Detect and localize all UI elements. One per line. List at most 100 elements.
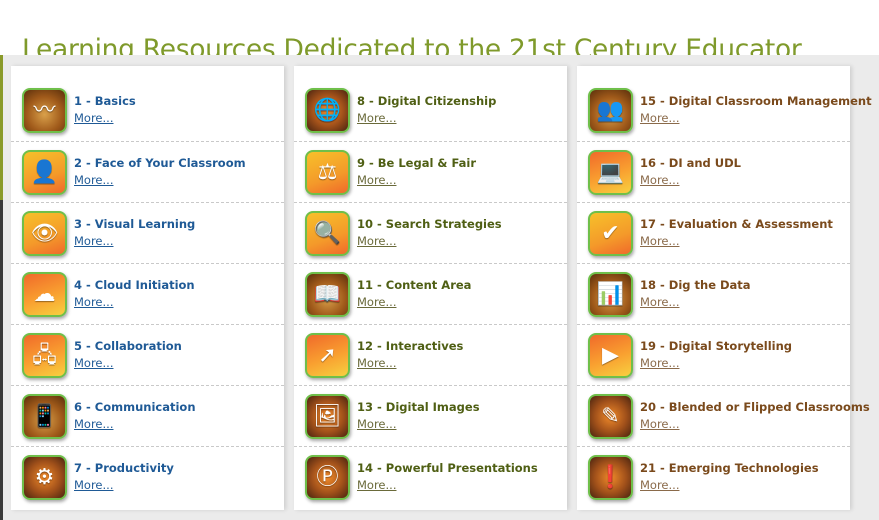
- more-link[interactable]: More...: [640, 417, 679, 431]
- more-link[interactable]: More...: [74, 234, 113, 248]
- resource-title-link[interactable]: 21 - Emerging Technologies: [640, 461, 819, 475]
- more-link[interactable]: More...: [640, 356, 679, 370]
- resource-title-link[interactable]: 10 - Search Strategies: [357, 217, 502, 231]
- resource-item[interactable]: 🖧 5 - Collaboration More...: [11, 324, 284, 385]
- resource-item[interactable]: ✎ 20 - Blended or Flipped Classrooms More.…: [577, 385, 870, 446]
- globe-person-icon: 🌐: [313, 97, 342, 123]
- more-link[interactable]: More...: [74, 417, 113, 431]
- resource-item[interactable]: Ⓟ 14 - Powerful Presentations More...: [294, 446, 567, 507]
- more-link[interactable]: More...: [74, 478, 113, 492]
- resource-tile[interactable]: 🖼: [305, 394, 350, 439]
- people-network-icon: 👥: [596, 97, 625, 123]
- resource-tile[interactable]: 👁: [22, 211, 67, 256]
- resource-item[interactable]: 👤 2 - Face of Your Classroom More...: [11, 141, 284, 202]
- resource-tile[interactable]: ➚: [305, 333, 350, 378]
- more-link[interactable]: More...: [357, 111, 396, 125]
- resource-title-link[interactable]: 9 - Be Legal & Fair: [357, 156, 476, 170]
- video-play-icon: ▶: [602, 342, 619, 368]
- resource-tile[interactable]: ⚙: [22, 455, 67, 500]
- resource-title-link[interactable]: 18 - Dig the Data: [640, 278, 751, 292]
- networked-computers-icon: 🖧: [32, 342, 57, 368]
- more-link[interactable]: More...: [74, 173, 113, 187]
- resource-item[interactable]: 👥 15 - Digital Classroom Management More..…: [577, 80, 872, 141]
- resource-title-link[interactable]: 3 - Visual Learning: [74, 217, 195, 231]
- resource-item[interactable]: 👁 3 - Visual Learning More...: [11, 202, 284, 263]
- more-link[interactable]: More...: [640, 234, 679, 248]
- resource-tile[interactable]: 💻: [588, 150, 633, 195]
- resource-column-1: 〰 1 - Basics More... 👤 2 - Face of Your Clas…: [11, 66, 284, 510]
- eye-icon: 👁: [30, 220, 59, 246]
- shovel-chart-icon: 📊: [596, 281, 625, 307]
- resource-tile[interactable]: 🖧: [22, 333, 67, 378]
- resource-tile[interactable]: ⚖: [305, 150, 350, 195]
- smartphone-icon: 📱: [30, 403, 59, 429]
- resource-item[interactable]: 🌐 8 - Digital Citizenship More...: [294, 80, 567, 141]
- more-link[interactable]: More...: [640, 478, 679, 492]
- resource-tile[interactable]: ❗: [588, 455, 633, 500]
- more-link[interactable]: More...: [74, 111, 113, 125]
- more-link[interactable]: More...: [357, 234, 396, 248]
- magnifier-icon: 🔍: [313, 220, 342, 246]
- resource-tile[interactable]: 🌐: [305, 88, 350, 133]
- more-link[interactable]: More...: [640, 111, 679, 125]
- sun-cloud-icon: ☁: [33, 281, 56, 307]
- cursor-burst-icon: ➚: [318, 342, 337, 368]
- resource-item[interactable]: 💻 16 - DI and UDL More...: [577, 141, 850, 202]
- resource-title-link[interactable]: 13 - Digital Images: [357, 400, 480, 414]
- exclamation-laptop-icon: ❗: [596, 464, 625, 490]
- more-link[interactable]: More...: [640, 173, 679, 187]
- resource-title-link[interactable]: 19 - Digital Storytelling: [640, 339, 792, 353]
- resource-title-link[interactable]: 17 - Evaluation & Assessment: [640, 217, 833, 231]
- resource-item[interactable]: ➚ 12 - Interactives More...: [294, 324, 567, 385]
- more-link[interactable]: More...: [640, 295, 679, 309]
- resource-tile[interactable]: Ⓟ: [305, 455, 350, 500]
- resource-tile[interactable]: 📱: [22, 394, 67, 439]
- resource-tile[interactable]: ☁: [22, 272, 67, 317]
- more-link[interactable]: More...: [74, 356, 113, 370]
- resource-tile[interactable]: 📖: [305, 272, 350, 317]
- resource-title-link[interactable]: 4 - Cloud Initiation: [74, 278, 195, 292]
- resource-title-link[interactable]: 5 - Collaboration: [74, 339, 182, 353]
- resource-tile[interactable]: 〰: [22, 88, 67, 133]
- resource-title-link[interactable]: 2 - Face of Your Classroom: [74, 156, 246, 170]
- resource-tile[interactable]: 🔍: [305, 211, 350, 256]
- resource-title-link[interactable]: 15 - Digital Classroom Management: [640, 94, 872, 108]
- resource-title-link[interactable]: 8 - Digital Citizenship: [357, 94, 496, 108]
- resource-grid: 〰 1 - Basics More... 👤 2 - Face of Your Clas…: [3, 55, 879, 520]
- resource-title-link[interactable]: 20 - Blended or Flipped Classrooms: [640, 400, 870, 414]
- resource-tile[interactable]: ✎: [588, 394, 633, 439]
- more-link[interactable]: More...: [357, 478, 396, 492]
- scales-icon: ⚖: [317, 159, 338, 185]
- checkmark-icon: ✔: [601, 220, 620, 246]
- resource-item[interactable]: ⚙ 7 - Productivity More...: [11, 446, 284, 507]
- more-link[interactable]: More...: [74, 295, 113, 309]
- resource-item[interactable]: ✔ 17 - Evaluation & Assessment More...: [577, 202, 850, 263]
- resource-tile[interactable]: 📊: [588, 272, 633, 317]
- resource-title-link[interactable]: 14 - Powerful Presentations: [357, 461, 538, 475]
- resource-title-link[interactable]: 12 - Interactives: [357, 339, 463, 353]
- resource-tile[interactable]: 👤: [22, 150, 67, 195]
- resource-item[interactable]: ☁ 4 - Cloud Initiation More...: [11, 263, 284, 324]
- resource-item[interactable]: ⚖ 9 - Be Legal & Fair More...: [294, 141, 567, 202]
- resource-tile[interactable]: 👥: [588, 88, 633, 133]
- resource-item[interactable]: 📖 11 - Content Area More...: [294, 263, 567, 324]
- resource-item[interactable]: 🖼 13 - Digital Images More...: [294, 385, 567, 446]
- teacher-screen-icon: 👤: [30, 159, 59, 185]
- more-link[interactable]: More...: [357, 417, 396, 431]
- resource-item[interactable]: ❗ 21 - Emerging Technologies More...: [577, 446, 850, 507]
- resource-title-link[interactable]: 6 - Communication: [74, 400, 196, 414]
- resource-item[interactable]: 📊 18 - Dig the Data More...: [577, 263, 850, 324]
- resource-tile[interactable]: ▶: [588, 333, 633, 378]
- resource-item[interactable]: 〰 1 - Basics More...: [11, 80, 284, 141]
- resource-title-link[interactable]: 7 - Productivity: [74, 461, 174, 475]
- resource-item[interactable]: 🔍 10 - Search Strategies More...: [294, 202, 567, 263]
- more-link[interactable]: More...: [357, 173, 396, 187]
- more-link[interactable]: More...: [357, 295, 396, 309]
- resource-title-link[interactable]: 1 - Basics: [74, 94, 136, 108]
- resource-title-link[interactable]: 11 - Content Area: [357, 278, 471, 292]
- resource-item[interactable]: 📱 6 - Communication More...: [11, 385, 284, 446]
- resource-tile[interactable]: ✔: [588, 211, 633, 256]
- more-link[interactable]: More...: [357, 356, 396, 370]
- resource-title-link[interactable]: 16 - DI and UDL: [640, 156, 741, 170]
- resource-item[interactable]: ▶ 19 - Digital Storytelling More...: [577, 324, 850, 385]
